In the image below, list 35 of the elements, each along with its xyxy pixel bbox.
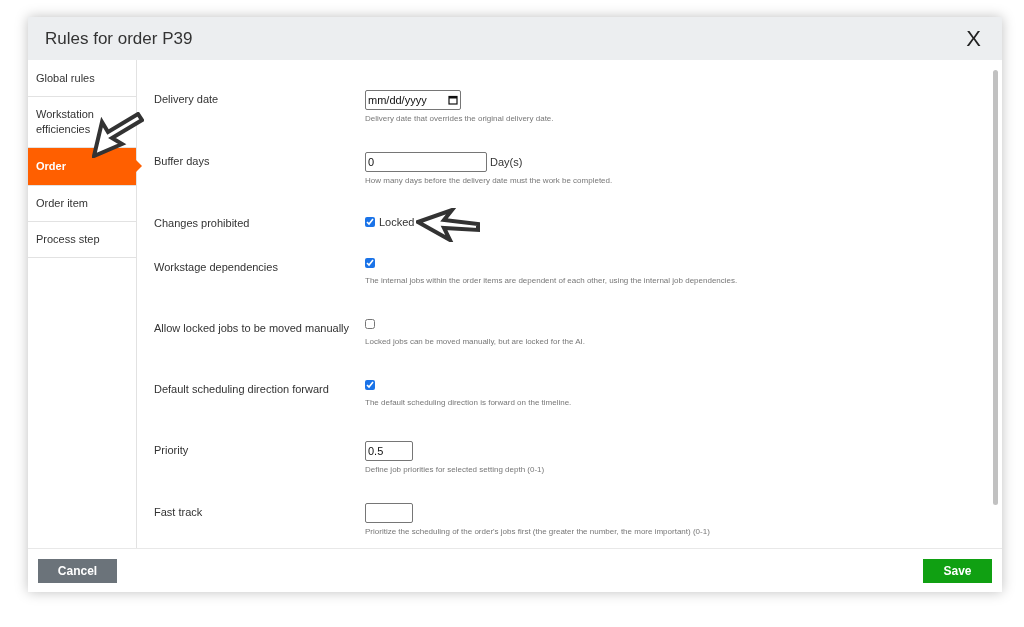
input-field[interactable]: 0.5 (365, 440, 413, 461)
close-button[interactable]: X (962, 22, 985, 55)
unit-label: Day(s) (490, 154, 523, 170)
setting-label: Priority (154, 442, 190, 458)
pointer-icon (136, 160, 142, 173)
window-title: Rules for order P39 (45, 27, 193, 50)
arrow-drawing (92, 112, 144, 158)
input-field[interactable]: 0 (365, 152, 487, 172)
cancel-button[interactable]: Cancel (38, 558, 117, 583)
setting-label: Buffer days (154, 154, 211, 169)
help-text: Prioritize the scheduling of the order's jobs first (the greater the number, the more important) (0-1) (365, 525, 710, 538)
help-text: The default scheduling direction is forward on the timeline. (365, 396, 572, 409)
help-text: Delivery date that overrides the original delivery date. (365, 113, 554, 125)
sidebar-item[interactable]: Global rules (28, 61, 136, 97)
setting-label: Fast track (154, 504, 204, 520)
sidebar-item[interactable]: Order item (28, 185, 136, 222)
help-text: How many days before the delivery date must the work be completed. (365, 175, 613, 187)
help-text: The internal jobs within the order items are dependent of each other, using the internal job dependencies. (365, 274, 738, 287)
checkbox[interactable] (365, 217, 375, 228)
checkbox[interactable] (365, 379, 375, 390)
calendar-icon[interactable] (448, 95, 458, 105)
checkbox-label: Locked (379, 215, 415, 230)
input-field[interactable] (365, 502, 413, 523)
setting-label: Changes prohibited (154, 216, 251, 231)
setting-label: Delivery date (154, 92, 220, 107)
setting-label: Default scheduling direction forward (154, 381, 330, 397)
checkbox[interactable] (365, 257, 375, 268)
setting-label: Workstage dependencies (154, 259, 279, 275)
help-text: Define job priorities for selected setting depth (0-1) (365, 463, 545, 476)
checkbox[interactable] (365, 318, 375, 329)
help-text: Locked jobs can be moved manually, but are locked for the AI. (365, 335, 585, 348)
setting-label: Allow locked jobs to be moved manually (154, 320, 351, 336)
arrow-drawing (416, 208, 480, 242)
date-field[interactable]: mm/dd/yyyy (365, 90, 461, 110)
sidebar-item[interactable]: Process step (28, 221, 136, 258)
